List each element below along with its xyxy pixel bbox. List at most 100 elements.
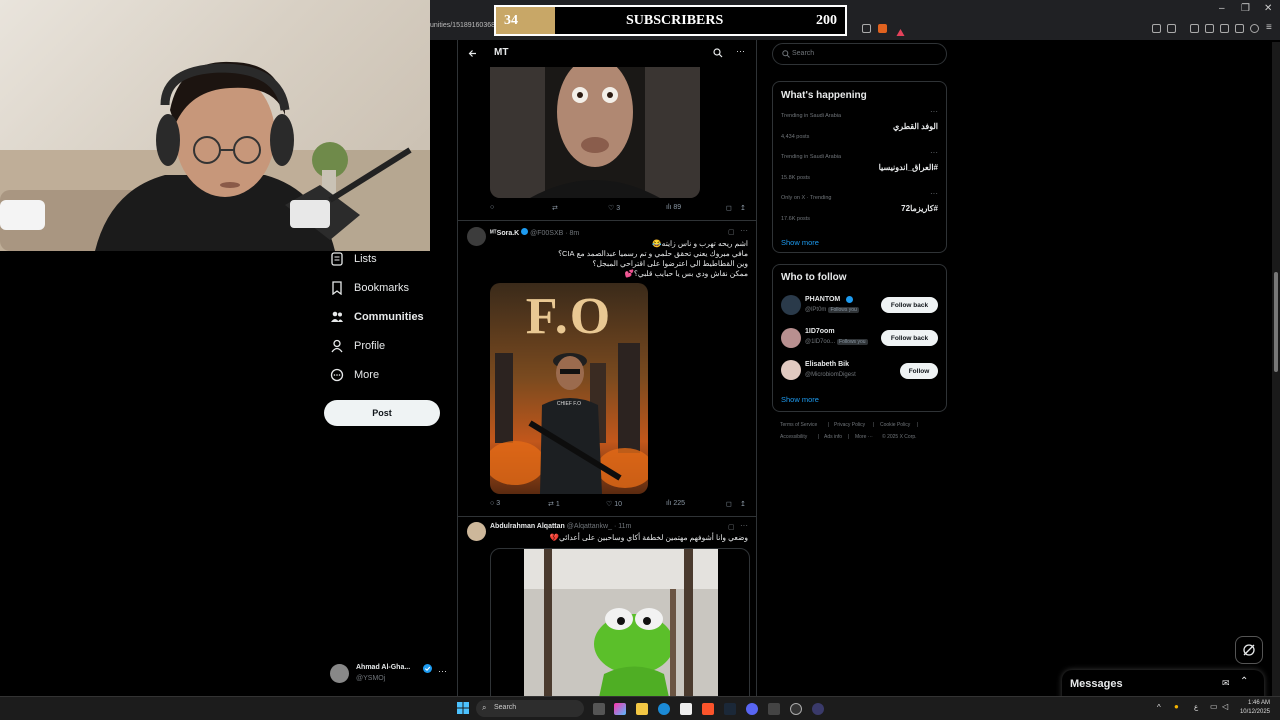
scrollbar-thumb[interactable]: [1274, 272, 1278, 372]
show-more-link[interactable]: Show more: [781, 395, 819, 404]
footer-link[interactable]: Terms of Service: [780, 422, 817, 428]
timeline-column[interactable]: MT ··· ○ ⇄ ♡ 3 ılı 89 ◻ ↥ ᴹᵀSora.K @F00S…: [457, 40, 757, 720]
avatar[interactable]: [467, 227, 486, 246]
user-name[interactable]: Elisabeth Bik: [805, 361, 849, 368]
edge-icon[interactable]: [658, 703, 670, 715]
copilot-icon[interactable]: [614, 703, 626, 715]
volume-icon[interactable]: ◁: [1222, 702, 1228, 711]
footer-link[interactable]: Privacy Policy: [834, 422, 865, 428]
tweet-author-name[interactable]: ᴹᵀSora.K: [490, 230, 519, 237]
tweet-time[interactable]: · 8m: [565, 230, 579, 237]
like-button[interactable]: ♡ 3: [608, 204, 620, 212]
expand-icon[interactable]: ⌃: [1240, 676, 1248, 687]
grok-button[interactable]: [1235, 636, 1263, 664]
search-input[interactable]: Search: [772, 43, 947, 65]
brave-shield-icon[interactable]: [878, 24, 887, 33]
task-view-icon[interactable]: [593, 703, 605, 715]
avatar[interactable]: [467, 522, 486, 541]
avatar[interactable]: [781, 328, 801, 348]
views-counter[interactable]: ılı 89: [666, 204, 681, 211]
microphone-icon[interactable]: ●: [1174, 702, 1179, 711]
scrollbar[interactable]: [1272, 42, 1280, 696]
tweet-author-name[interactable]: Abdulrahman Alqattan: [490, 523, 565, 530]
like-button[interactable]: ♡ 10: [606, 500, 622, 508]
media-icon[interactable]: [1190, 24, 1199, 33]
language-indicator[interactable]: ع: [1194, 703, 1198, 711]
more-options-icon[interactable]: ···: [740, 521, 748, 530]
follow-button[interactable]: Follow: [900, 363, 938, 379]
file-explorer-icon[interactable]: [636, 703, 648, 715]
tweet-author-handle[interactable]: @F00SXB: [530, 230, 563, 237]
maximize-button[interactable]: ❐: [1241, 3, 1250, 14]
nav-lists[interactable]: Lists: [330, 252, 377, 266]
more-options-icon[interactable]: ···: [740, 226, 748, 235]
show-more-link[interactable]: Show more: [781, 238, 819, 247]
tweet-media-image[interactable]: [490, 548, 750, 720]
ai-icon[interactable]: [1235, 24, 1244, 33]
nav-more[interactable]: More: [330, 368, 379, 382]
menu-icon[interactable]: ≡: [1266, 22, 1275, 33]
share-icon[interactable]: ↥: [740, 500, 746, 508]
reading-list-icon[interactable]: [1220, 24, 1229, 33]
bookmark-icon[interactable]: ◻: [726, 500, 732, 508]
new-message-icon[interactable]: ✉: [1222, 678, 1230, 689]
extensions-icon[interactable]: [1152, 24, 1161, 33]
vpn-icon[interactable]: [1250, 24, 1259, 33]
footer-link[interactable]: Accessibility: [780, 434, 807, 440]
retweet-button[interactable]: ⇄ 1: [548, 500, 560, 508]
tweet-media-image[interactable]: F.O CHIEF F.O: [490, 283, 648, 494]
grok-icon[interactable]: ▢: [728, 228, 735, 236]
nav-bookmarks[interactable]: Bookmarks: [330, 281, 409, 295]
app-icon[interactable]: [812, 703, 824, 715]
bookmark-icon[interactable]: ◻: [726, 204, 732, 212]
user-name[interactable]: PHANTOM: [805, 296, 840, 303]
account-switcher[interactable]: Ahmad Al-Gha... @YSMOj ···: [330, 663, 450, 685]
close-button[interactable]: ✕: [1264, 3, 1272, 14]
follow-back-button[interactable]: Follow back: [881, 297, 938, 313]
more-options-icon[interactable]: ···: [930, 189, 938, 198]
tweet-media-image[interactable]: [490, 67, 700, 198]
reply-button[interactable]: ○ 3: [490, 500, 500, 507]
taskbar-search-input[interactable]: ⌕ Search: [476, 700, 584, 717]
network-icon[interactable]: ▭: [1210, 702, 1218, 711]
search-icon[interactable]: [713, 48, 723, 58]
more-options-icon[interactable]: ···: [930, 107, 938, 116]
discord-icon[interactable]: [746, 703, 758, 715]
back-arrow-icon[interactable]: [468, 49, 477, 58]
steam-icon[interactable]: [724, 703, 736, 715]
nav-profile[interactable]: Profile: [330, 339, 385, 353]
sidebar-toggle-icon[interactable]: [1205, 24, 1214, 33]
more-options-icon[interactable]: ···: [736, 46, 745, 56]
nav-communities[interactable]: Communities: [330, 310, 424, 324]
taskbar-time[interactable]: 1:46 AM: [1238, 700, 1270, 706]
footer-link[interactable]: Ads info: [824, 434, 842, 440]
grok-icon[interactable]: ▢: [728, 523, 735, 531]
minimize-button[interactable]: –: [1219, 3, 1225, 14]
brave-rewards-icon[interactable]: [896, 24, 905, 36]
retweet-icon[interactable]: ⇄: [552, 204, 558, 212]
avatar[interactable]: [781, 360, 801, 380]
user-name[interactable]: 1ID7oom: [805, 328, 835, 335]
obs-icon[interactable]: [790, 703, 802, 715]
xbox-icon[interactable]: [768, 703, 780, 715]
tweet-time[interactable]: · 11m: [614, 523, 631, 530]
brave-icon[interactable]: [702, 703, 714, 715]
post-button[interactable]: Post: [324, 400, 440, 426]
footer-link[interactable]: Cookie Policy: [880, 422, 910, 428]
address-bar[interactable]: unities/15189160368: [430, 22, 495, 29]
reply-icon[interactable]: ○: [490, 204, 494, 211]
windows-start-icon[interactable]: [457, 702, 469, 714]
views-counter[interactable]: ılı 225: [666, 500, 685, 507]
screen-icon[interactable]: [862, 24, 871, 33]
tray-chevron-icon[interactable]: ^: [1157, 703, 1161, 712]
footer-link[interactable]: More ···: [855, 434, 873, 440]
wallet-icon[interactable]: [1167, 24, 1176, 33]
tweet-author-handle[interactable]: @Alqattankw_: [567, 523, 612, 530]
follow-back-button[interactable]: Follow back: [881, 330, 938, 346]
avatar[interactable]: [781, 295, 801, 315]
store-icon[interactable]: [680, 703, 692, 715]
more-options-icon[interactable]: ···: [930, 148, 938, 157]
account-more-icon[interactable]: ···: [438, 666, 447, 676]
taskbar-date[interactable]: 10/12/2025: [1236, 709, 1270, 715]
share-icon[interactable]: ↥: [740, 204, 746, 212]
